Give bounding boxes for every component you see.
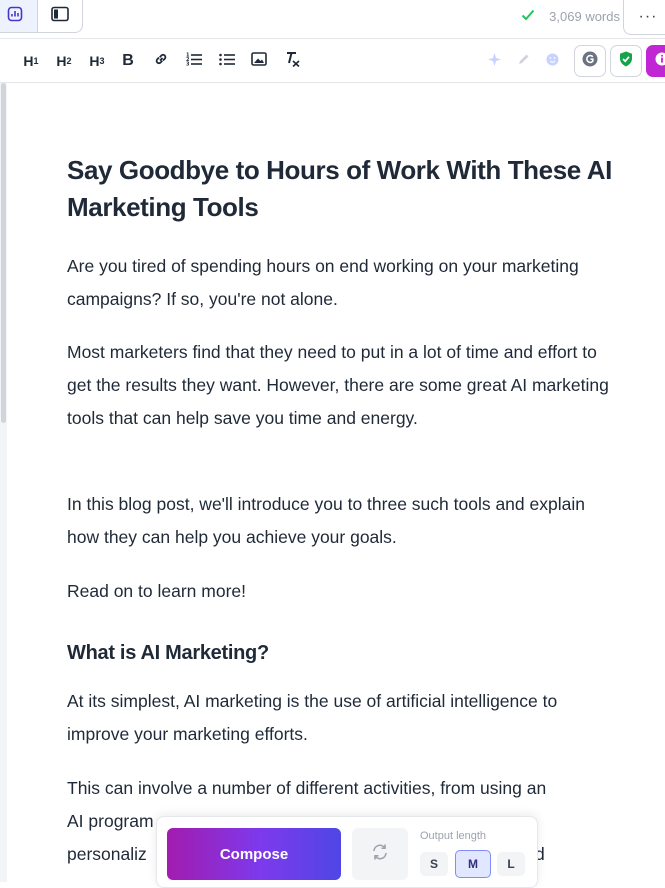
paragraph-6-tail: d [535,838,555,871]
compose-button[interactable]: Compose [167,828,341,880]
compose-panel: Compose Output length S M L [156,816,538,888]
refresh-icon [370,843,390,866]
clear-format-icon [284,51,301,70]
info-button[interactable] [646,45,665,77]
grammarly-button[interactable] [574,45,606,77]
paragraph-2: Most marketers find that they need to pu… [67,336,615,435]
word-count-status: 3,069 words [521,9,620,24]
ordered-list-icon: 123 [186,52,202,69]
image-icon [251,52,267,69]
view-toggle-group [0,0,83,33]
heading3-button[interactable]: H3 [86,39,108,82]
heading1-button[interactable]: H1 [20,39,42,82]
editor-content[interactable]: Say Goodbye to Hours of Work With These … [67,152,627,226]
regenerate-button[interactable] [352,828,408,880]
shield-check-icon [619,51,633,72]
word-count: 3,069 words [549,9,620,24]
more-icon: ··· [639,8,658,26]
smiley-icon [546,53,559,69]
heading2-button[interactable]: H2 [53,39,75,82]
bullet-list-icon [219,52,235,69]
paragraph-3: In this blog post, we'll introduce you t… [67,488,615,554]
image-button[interactable] [249,39,269,82]
check-icon [521,9,535,24]
link-button[interactable] [151,39,171,82]
more-options-button[interactable]: ··· [623,0,665,35]
scrollbar-thumb[interactable] [1,83,6,423]
output-length-label: Output length [420,830,486,842]
magic-button[interactable] [486,39,502,82]
clear-format-button[interactable] [282,39,302,82]
sparkle-icon [488,53,501,69]
size-small-button[interactable]: S [420,852,448,876]
left-scrollbar-track [0,83,7,882]
size-medium-button[interactable]: M [455,850,491,878]
section-heading: What is AI Marketing? [67,639,269,667]
analytics-view-button[interactable] [0,0,38,32]
paragraph-5: At its simplest, AI marketing is the use… [67,685,615,751]
pencil-icon [517,53,530,69]
paragraph-1: Are you tired of spending hours on end w… [67,250,615,316]
link-icon [153,51,169,70]
svg-text:3: 3 [186,62,190,67]
paragraph-6-line-1: This can involve a number of different a… [67,772,615,805]
top-bar: 3,069 words ··· [0,0,665,39]
grammar-check-icon [582,51,598,72]
chart-icon [7,6,23,27]
bold-button[interactable]: B [119,39,137,82]
tone-button[interactable] [544,39,560,82]
formatting-toolbar: H1 H2 H3 B 123 [0,39,665,83]
info-icon [655,52,665,71]
plagiarism-button[interactable] [610,45,642,77]
bullet-list-button[interactable] [217,39,237,82]
ordered-list-button[interactable]: 123 [184,39,204,82]
document-title: Say Goodbye to Hours of Work With These … [67,152,627,226]
sidebar-icon [51,6,69,27]
rewrite-button[interactable] [515,39,531,82]
sidebar-toggle-button[interactable] [38,0,82,32]
paragraph-4: Read on to learn more! [67,575,615,608]
size-large-button[interactable]: L [497,852,525,876]
